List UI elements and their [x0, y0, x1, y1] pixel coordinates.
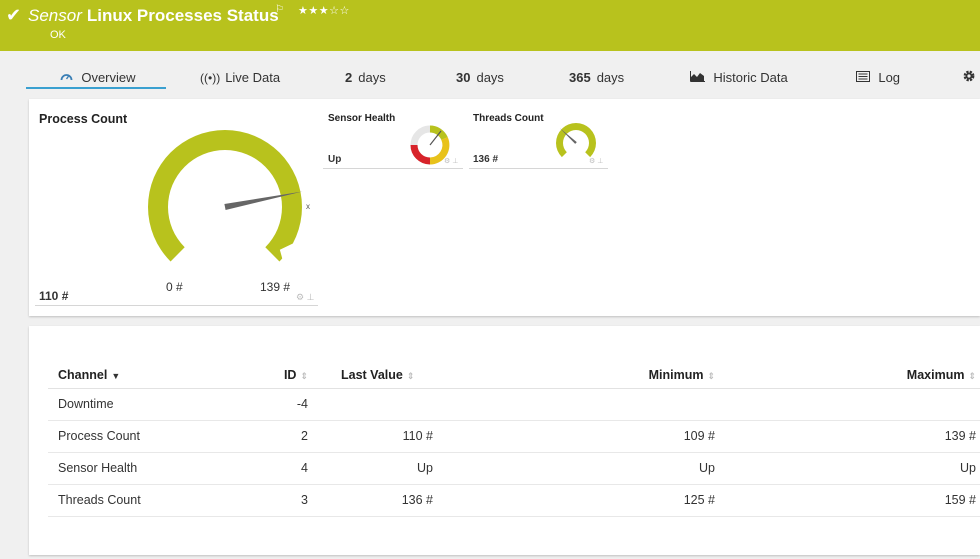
process-gauge-max-label: 139 #	[260, 280, 291, 294]
cell-last-value: 136 #	[308, 484, 433, 517]
tab-365-days[interactable]: 365 days	[569, 70, 624, 85]
area-chart-icon	[690, 71, 708, 85]
health-gauge-tools[interactable]: ⚙ ⊥	[444, 157, 458, 165]
tab-bar: Overview ((•)) Live Data 2 days 30 days 365…	[0, 60, 980, 92]
status-ok-icon: ✔	[6, 5, 22, 25]
threads-gauge-divider	[469, 168, 608, 169]
tab-30-days-label: days	[476, 70, 504, 85]
tab-365-days-label: days	[596, 70, 625, 85]
threads-gauge-value: 136 #	[473, 154, 499, 165]
tab-2-days[interactable]: 2 days	[345, 70, 386, 85]
log-icon	[856, 71, 873, 85]
process-gauge-marker-label: x	[306, 202, 310, 211]
cell-channel: Sensor Health	[48, 452, 263, 485]
cell-maximum: 159 #	[715, 484, 980, 517]
cell-last-value: Up	[308, 452, 433, 485]
tab-365-days-num: 365	[569, 70, 591, 85]
process-count-gauge	[148, 130, 303, 262]
gear-icon	[962, 70, 976, 86]
col-last-value[interactable]: Last Value ⇕	[308, 362, 433, 389]
cell-minimum: 125 #	[433, 484, 715, 517]
table-row[interactable]: Threads Count 3 136 # 125 # 159 #	[48, 484, 980, 517]
tab-30-days-num: 30	[456, 70, 471, 85]
tab-30-days[interactable]: 30 days	[456, 70, 504, 85]
cell-channel: Process Count	[48, 420, 263, 453]
tab-overview[interactable]: Overview	[60, 70, 136, 85]
sort-icon: ⇕	[968, 370, 976, 381]
active-tab-indicator	[26, 87, 166, 89]
tab-2-days-label: days	[358, 70, 386, 85]
cell-last-value	[308, 388, 433, 421]
col-maximum[interactable]: Maximum ⇕	[715, 362, 980, 389]
tab-2-days-num: 2	[345, 70, 353, 85]
table-row[interactable]: Process Count 2 110 # 109 # 139 #	[48, 420, 980, 453]
cell-maximum: Up	[715, 452, 980, 485]
tab-historic-data[interactable]: Historic Data	[690, 70, 788, 85]
page-title: Sensor Linux Processes Status	[28, 6, 279, 26]
health-gauge-value: Up	[328, 154, 342, 165]
tab-log[interactable]: Log	[856, 70, 900, 85]
sensor-type-label: Sensor	[28, 6, 82, 25]
cell-id: 2	[263, 420, 308, 453]
cell-minimum: 109 #	[433, 420, 715, 453]
threads-gauge-arc	[556, 123, 596, 158]
cell-maximum: 139 #	[715, 420, 980, 453]
process-gauge-min-label: 0 #	[166, 280, 183, 294]
table-row[interactable]: Sensor Health 4 Up Up Up	[48, 452, 980, 485]
threads-gauge-tools[interactable]: ⚙ ⊥	[589, 157, 603, 165]
col-minimum[interactable]: Minimum ⇕	[433, 362, 715, 389]
tab-overview-label: Overview	[81, 70, 136, 85]
gauge-icon	[60, 71, 76, 85]
process-gauge-tools[interactable]: ⚙ ⊥	[296, 292, 314, 303]
process-gauge-title: Process Count	[39, 112, 128, 126]
process-gauge-value: 110 #	[39, 289, 69, 303]
priority-stars[interactable]: ★★★☆☆	[298, 4, 350, 17]
sort-desc-icon: ▼	[111, 370, 121, 381]
status-text: OK	[50, 29, 66, 41]
cell-channel: Downtime	[48, 388, 263, 421]
tab-log-label: Log	[878, 70, 901, 85]
health-gauge-divider	[323, 168, 463, 169]
tab-historic-data-label: Historic Data	[713, 70, 788, 85]
tab-live-data-label: Live Data	[225, 70, 281, 85]
cell-last-value: 110 #	[308, 420, 433, 453]
sort-icon: ⇕	[300, 370, 308, 381]
health-gauge-title: Sensor Health	[328, 113, 396, 124]
cell-channel: Threads Count	[48, 484, 263, 517]
threads-gauge-title: Threads Count	[473, 113, 544, 124]
cell-minimum	[433, 388, 715, 421]
flag-icon[interactable]: ⚐	[275, 4, 284, 15]
process-gauge-divider	[35, 305, 318, 306]
col-channel[interactable]: Channel ▼	[48, 362, 263, 389]
live-icon: ((•))	[200, 71, 221, 85]
sort-icon: ⇕	[406, 370, 415, 381]
cell-id: 4	[263, 452, 308, 485]
cell-maximum	[715, 388, 980, 421]
sensor-header: ✔ Sensor Linux Processes Status ⚐ ★★★☆☆ O…	[0, 0, 980, 51]
cell-id: -4	[263, 388, 308, 421]
cell-id: 3	[263, 484, 308, 517]
cell-minimum: Up	[433, 452, 715, 485]
sort-icon: ⇕	[707, 370, 715, 381]
channels-table: Channel ▼ ID ⇕ Last Value ⇕ Minimum ⇕ Maximu…	[48, 362, 980, 517]
table-row[interactable]: Downtime -4	[48, 388, 980, 421]
col-id[interactable]: ID ⇕	[263, 362, 308, 389]
sensor-name: Linux Processes Status	[86, 6, 279, 25]
table-header-row: Channel ▼ ID ⇕ Last Value ⇕ Minimum ⇕ Maximu…	[48, 362, 980, 389]
tab-live-data[interactable]: ((•)) Live Data	[200, 70, 280, 85]
settings-gear-button[interactable]	[962, 69, 976, 86]
